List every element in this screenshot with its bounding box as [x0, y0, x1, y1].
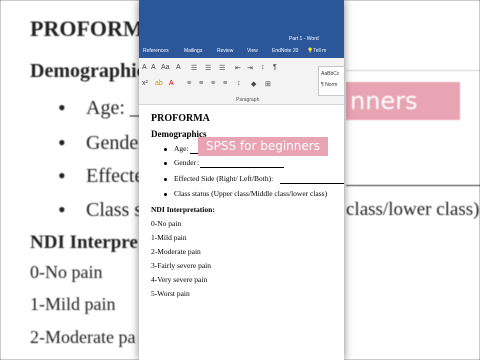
bg-pain-2: 2-Moderate pa [30, 327, 136, 347]
shading-icon[interactable]: ◆ [251, 80, 256, 88]
tab-mailings[interactable]: Mailings [184, 48, 202, 54]
clear-format-icon[interactable]: A [176, 64, 181, 71]
bg-underline [346, 185, 480, 186]
bg-effected: Effecte [86, 165, 144, 187]
pain-item: 4-Very severe pain [151, 275, 208, 284]
pain-item: 3-Fairly severe pain [151, 261, 211, 270]
gender-colon: : [197, 158, 200, 167]
tab-tell-me[interactable]: 💡Tell m [307, 48, 326, 54]
ndi-heading: NDI Interpretation: [151, 205, 215, 214]
effected-underline [280, 183, 344, 184]
bg-bullet: • [58, 163, 66, 188]
font-size-down-icon[interactable]: A [151, 64, 156, 71]
ribbon-tabs: References Mailings Review View EndNote … [139, 44, 344, 58]
bg-ndi: NDI Interpre [30, 232, 138, 253]
multilevel-list-icon[interactable]: ☰ [219, 64, 225, 72]
borders-icon[interactable]: ⊞ [265, 80, 271, 88]
change-case-icon[interactable]: Aa [161, 64, 170, 71]
bg-ribbon-edge [346, 70, 480, 71]
field-age: Age: [174, 144, 189, 153]
decrease-indent-icon[interactable]: ⇤ [235, 64, 241, 72]
bg-overlay-badge: nners [346, 82, 460, 120]
align-right-icon[interactable]: ≡ [211, 80, 215, 87]
bg-demographics: Demographics [30, 60, 154, 82]
field-effected-side: Effected Side (Right/ Left/Both): [174, 174, 274, 183]
gender-underline [200, 167, 284, 168]
bg-pain-1: 1-Mild pain [30, 294, 116, 314]
font-size-up-icon[interactable]: A [142, 64, 147, 71]
show-marks-icon[interactable]: ¶ [273, 64, 277, 71]
pain-item: 1-Mild pain [151, 233, 187, 242]
title-bar: Part 1 - Word [139, 0, 344, 44]
tell-me-label: Tell m [313, 48, 327, 54]
tab-endnote[interactable]: EndNote 20 [272, 48, 298, 54]
align-center-icon[interactable]: ≡ [199, 80, 203, 87]
pain-item: 2-Moderate pain [151, 247, 201, 256]
pain-item: 5-Worst pain [151, 289, 190, 298]
justify-icon[interactable]: ≡ [223, 80, 227, 87]
style-sample: AaBbCc [321, 71, 340, 77]
increase-indent-icon[interactable]: ⇥ [247, 64, 253, 72]
bg-class: Class s [86, 199, 143, 221]
tab-view[interactable]: View [247, 48, 258, 54]
bg-bullet: • [58, 197, 66, 222]
bg-pain-0: 0-No pain [30, 262, 103, 282]
overlay-caption: SPSS for beginners [198, 137, 328, 156]
field-class-status: Class status (Upper class/Middle class/l… [174, 189, 328, 198]
bg-bullet: • [58, 130, 66, 155]
bg-age: Age: _ [86, 97, 140, 119]
font-color-icon[interactable]: A [169, 80, 174, 87]
bullet [164, 193, 167, 196]
tab-references[interactable]: References [143, 48, 169, 54]
align-left-icon[interactable]: ≡ [187, 80, 191, 87]
style-name: ¶ Norm [321, 82, 338, 88]
style-gallery[interactable]: AaBbCc ¶ Norm [318, 66, 344, 96]
bullet [164, 148, 167, 151]
field-gender: Gender [174, 158, 197, 167]
bullets-icon[interactable]: ☰ [191, 64, 197, 72]
tab-review[interactable]: Review [217, 48, 233, 54]
bullet [164, 178, 167, 181]
doc-title: PROFORMA [151, 113, 210, 124]
line-spacing-icon[interactable]: ↕ [237, 80, 241, 87]
numbering-icon[interactable]: ☰ [205, 64, 211, 72]
highlight-icon[interactable]: ab [155, 80, 163, 87]
bg-class-suffix: class/lower class) [346, 199, 480, 220]
bg-bullet: • [58, 95, 66, 120]
document-title: Part 1 - Word [289, 36, 319, 42]
word-window: Part 1 - Word References Mailings Review… [139, 0, 344, 360]
superscript-icon[interactable]: x² [142, 80, 148, 87]
bg-gender: Gende [86, 132, 139, 154]
paragraph-group-label: Paragraph [236, 97, 260, 103]
sort-icon[interactable]: ↕ [261, 64, 265, 71]
bullet [164, 162, 167, 165]
pain-item: 0-No pain [151, 219, 182, 228]
